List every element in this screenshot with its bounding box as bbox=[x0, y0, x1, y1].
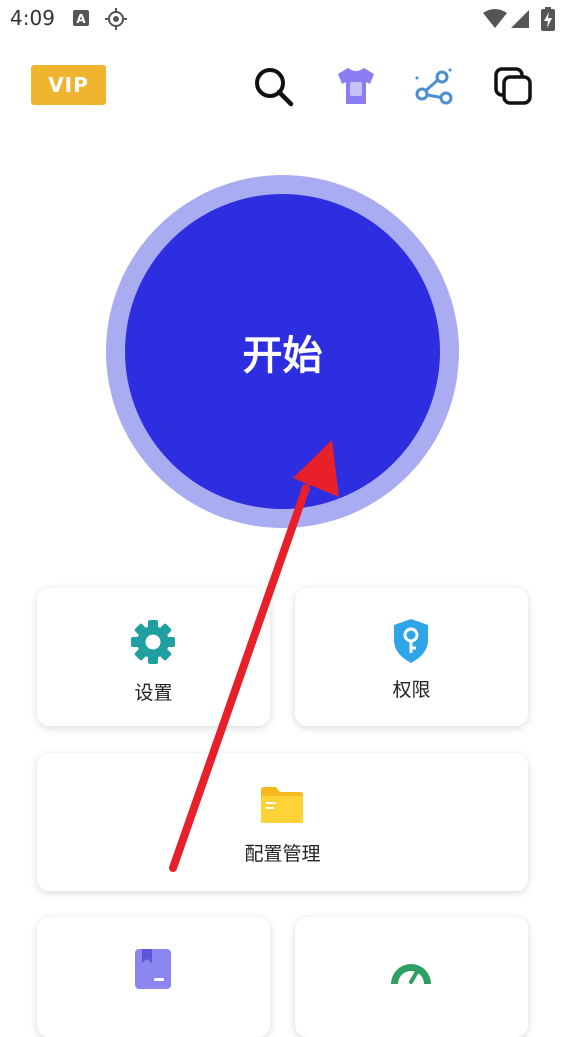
bottom-right-card[interactable] bbox=[295, 917, 528, 1037]
bookmark-card-icon bbox=[135, 949, 171, 989]
battery-charging-icon bbox=[541, 7, 555, 31]
key-shield-icon bbox=[394, 619, 428, 663]
start-button[interactable]: 开始 bbox=[125, 194, 440, 509]
status-time: 4:09 bbox=[10, 6, 55, 30]
config-management-label: 配置管理 bbox=[244, 843, 321, 865]
permissions-card[interactable]: 权限 bbox=[295, 588, 528, 726]
copy-icon[interactable] bbox=[491, 64, 535, 108]
config-management-card[interactable]: 配置管理 bbox=[37, 753, 528, 891]
settings-label: 设置 bbox=[134, 682, 173, 704]
theme-shirt-icon[interactable] bbox=[334, 64, 378, 108]
vip-badge[interactable]: VIP bbox=[31, 65, 106, 105]
settings-card[interactable]: 设置 bbox=[37, 588, 270, 726]
signal-icon bbox=[511, 10, 529, 28]
permissions-label: 权限 bbox=[392, 679, 431, 701]
svg-text:A: A bbox=[76, 12, 86, 26]
wifi-icon bbox=[483, 9, 507, 28]
status-bar: 4:09 A bbox=[0, 0, 565, 40]
folder-icon bbox=[261, 787, 303, 823]
speedometer-icon bbox=[391, 964, 431, 984]
bottom-left-card[interactable] bbox=[37, 917, 270, 1037]
text-notification-icon: A bbox=[73, 10, 89, 26]
share-icon[interactable] bbox=[412, 64, 456, 108]
location-icon bbox=[105, 8, 127, 30]
search-icon[interactable] bbox=[251, 64, 295, 108]
gear-icon bbox=[131, 620, 175, 664]
